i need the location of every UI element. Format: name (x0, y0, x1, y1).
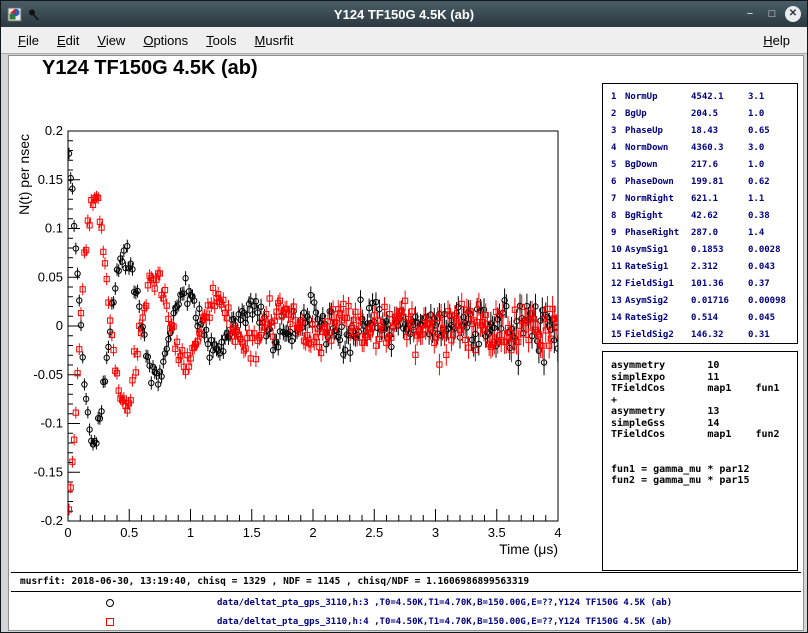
svg-text:0.05: 0.05 (38, 269, 63, 284)
legend-label: data/deltat_pta_gps_3110,h:4 ,T0=4.50K,T… (217, 617, 672, 627)
legend-label: data/deltat_pta_gps_3110,h:3 ,T0=4.50K,T… (217, 598, 672, 608)
minimize-button[interactable]: − (741, 5, 759, 23)
param-row: 6PhaseDown199.810.62 (603, 173, 797, 190)
divider-bottom (11, 591, 801, 592)
param-row: 4NormDown4360.33.0 (603, 139, 797, 156)
svg-text:-0.15: -0.15 (33, 464, 63, 479)
theory-line: + (611, 395, 797, 407)
param-row: 14RateSig20.5140.045 (603, 309, 797, 326)
maximize-button[interactable]: □ (763, 5, 781, 23)
window-title: Y124 TF150G 4.5K (ab) (334, 7, 474, 22)
svg-text:0.5: 0.5 (120, 525, 138, 540)
menu-item-file[interactable]: File (9, 30, 48, 51)
square-marker-icon (104, 616, 116, 628)
menu-item-musrfit[interactable]: Musrfit (246, 30, 303, 51)
param-row: 1NormUp4542.13.1 (603, 88, 797, 105)
titlebar[interactable]: Y124 TF150G 4.5K (ab) − □ ✕ (1, 1, 807, 27)
plot-canvas[interactable]: 0 0.5 1 1.5 2 2.5 3 3.5 4 -0.2 -0.15 -0.1 -0.05 0 0.05… (9, 56, 601, 568)
svg-text:2: 2 (309, 525, 316, 540)
param-row: 13AsymSig20.017160.00098 (603, 292, 797, 309)
param-row: 2BgUp204.51.0 (603, 105, 797, 122)
menu-item-edit[interactable]: Edit (48, 30, 88, 51)
y-axis-label: N(t) per nsec (16, 134, 32, 215)
svg-text:0.15: 0.15 (38, 172, 63, 187)
menu-item-tools[interactable]: Tools (197, 30, 245, 51)
svg-text:1: 1 (187, 525, 194, 540)
param-row: 8BgRight42.620.38 (603, 207, 797, 224)
root-canvas: Y124 TF150G 4.5K (ab) 00.511.522.533.54-… (8, 55, 804, 631)
param-row: 15FieldSig2146.320.31 (603, 326, 797, 343)
theory-box: asymmetry 10simplExpo 11TFieldCos map1 f… (602, 351, 798, 571)
svg-text:0: 0 (56, 318, 63, 333)
menu-item-view[interactable]: View (88, 30, 134, 51)
theory-line: fun1 = gamma_mu * par12 (611, 464, 797, 476)
svg-text:3.5: 3.5 (488, 525, 506, 540)
series-square (66, 191, 560, 516)
fit-status-line: musrfit: 2018-06-30, 13:19:40, chisq = 1… (20, 576, 529, 587)
app-icon (7, 7, 22, 22)
svg-text:0: 0 (64, 525, 71, 540)
menu-right: Help (754, 30, 799, 51)
param-row: 12FieldSig1101.360.37 (603, 275, 797, 292)
menubar: FileEditViewOptionsToolsMusrfit Help (1, 27, 807, 54)
circle-marker-icon (104, 597, 116, 609)
param-row: 10AsymSig10.18530.0028 (603, 241, 797, 258)
svg-text:3: 3 (432, 525, 439, 540)
svg-text:-0.05: -0.05 (33, 367, 63, 382)
divider-top (11, 572, 801, 573)
menu-item-options[interactable]: Options (134, 30, 197, 51)
legend-entry: data/deltat_pta_gps_3110,h:3 ,T0=4.50K,T… (104, 596, 672, 609)
svg-text:0.2: 0.2 (45, 123, 63, 138)
legend-entry: data/deltat_pta_gps_3110,h:4 ,T0=4.50K,T… (104, 615, 672, 628)
svg-text:4: 4 (554, 525, 561, 540)
app-window: Y124 TF150G 4.5K (ab) − □ ✕ FileEditView… (0, 0, 808, 633)
svg-text:-0.2: -0.2 (41, 513, 63, 528)
series-circle (66, 148, 560, 451)
svg-text:2.5: 2.5 (365, 525, 383, 540)
menu-left: FileEditViewOptionsToolsMusrfit (9, 30, 303, 51)
param-row: 7NormRight621.11.1 (603, 190, 797, 207)
menu-item-help[interactable]: Help (754, 30, 799, 51)
fit-parameters-box: 1NormUp4542.13.12BgUp204.51.03PhaseUp18.… (602, 83, 798, 344)
svg-text:1.5: 1.5 (243, 525, 261, 540)
theory-line: TFieldCos map1 fun1 (611, 383, 797, 395)
param-row: 9PhaseRight287.01.4 (603, 224, 797, 241)
theory-line: simpleGss 14 (611, 418, 797, 430)
param-row: 5BgDown217.61.0 (603, 156, 797, 173)
x-axis-label: Time (μs) (499, 541, 558, 557)
svg-text:-0.1: -0.1 (41, 416, 63, 431)
theory-line: asymmetry 13 (611, 406, 797, 418)
theory-line (611, 441, 797, 453)
close-button[interactable]: ✕ (785, 6, 801, 22)
pin-icon[interactable] (27, 8, 40, 21)
theory-line: simplExpo 11 (611, 372, 797, 384)
theory-line (611, 452, 797, 464)
param-row: 3PhaseUp18.430.65 (603, 122, 797, 139)
theory-line: fun2 = gamma_mu * par15 (611, 475, 797, 487)
svg-text:0.1: 0.1 (45, 221, 63, 236)
param-row: 11RateSig12.3120.043 (603, 258, 797, 275)
theory-line: asymmetry 10 (611, 360, 797, 372)
theory-line: TFieldCos map1 fun2 (611, 429, 797, 441)
